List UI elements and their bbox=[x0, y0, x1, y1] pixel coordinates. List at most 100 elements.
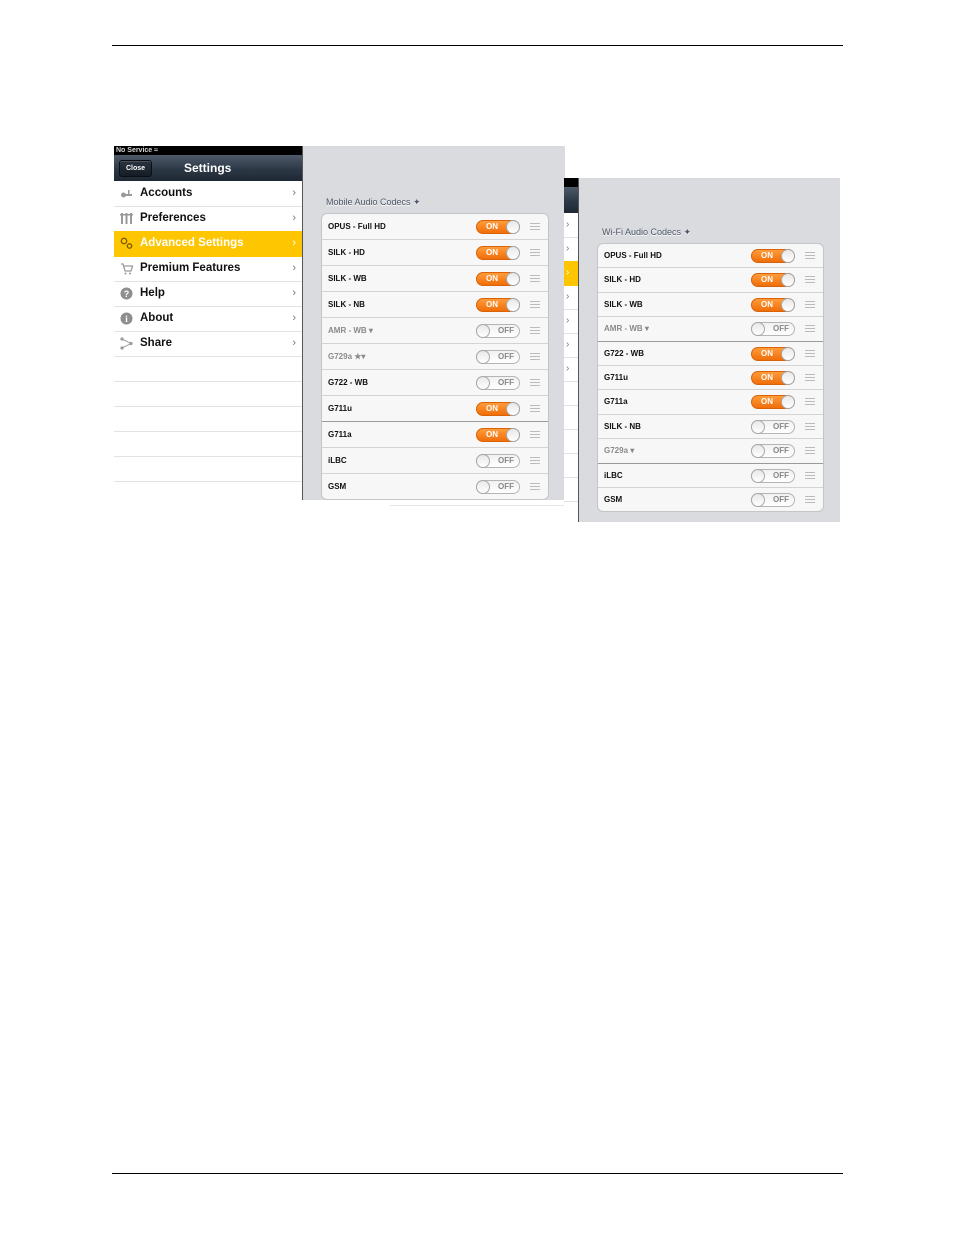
menu-item-help[interactable]: › bbox=[564, 309, 578, 334]
reorder-handle-icon[interactable] bbox=[530, 379, 540, 386]
chevron-right-icon: › bbox=[292, 337, 296, 349]
codec-toggle[interactable]: ON bbox=[751, 370, 795, 385]
reorder-handle-icon[interactable] bbox=[530, 249, 540, 256]
chevron-right-icon: › bbox=[566, 315, 570, 326]
toggle-state-label: ON bbox=[761, 251, 773, 260]
menu-item-premium-features[interactable]: › bbox=[564, 285, 578, 310]
codec-toggle[interactable]: OFF bbox=[476, 480, 520, 494]
codec-toggle[interactable]: OFF bbox=[751, 444, 795, 459]
codec-row: OPUS - Full HD ON bbox=[598, 244, 823, 269]
menu-item-about[interactable]: › bbox=[564, 333, 578, 358]
menu-item-share[interactable]: Share › bbox=[114, 331, 302, 357]
codec-name: G722 - WB bbox=[328, 378, 369, 387]
codec-row: G711u ON bbox=[598, 366, 823, 391]
chevron-right-icon: › bbox=[292, 212, 296, 224]
menu-item-help[interactable]: ? Help › bbox=[114, 281, 302, 307]
codec-toggle[interactable]: OFF bbox=[476, 454, 520, 468]
reorder-handle-icon[interactable] bbox=[805, 276, 815, 284]
toggle-state-label: ON bbox=[761, 275, 773, 285]
toggle-state-label: ON bbox=[761, 348, 773, 358]
codec-toggle[interactable]: OFF bbox=[751, 492, 795, 507]
toggle-knob bbox=[751, 468, 765, 483]
toggle-state-label: OFF bbox=[773, 494, 789, 504]
menu-item-preferences[interactable]: › bbox=[564, 237, 578, 262]
reorder-handle-icon[interactable] bbox=[530, 457, 540, 464]
toggle-knob bbox=[506, 428, 520, 442]
codec-toggle[interactable]: ON bbox=[751, 249, 795, 263]
reorder-handle-icon[interactable] bbox=[805, 422, 815, 430]
reorder-handle-icon[interactable] bbox=[530, 353, 540, 360]
mobile-codecs-screenshot: No Service ≈ 12:45 PM 50% Close Settings… bbox=[114, 146, 565, 500]
toggle-knob bbox=[751, 322, 765, 337]
codec-toggle[interactable]: ON bbox=[476, 246, 520, 260]
reorder-handle-icon[interactable] bbox=[805, 447, 815, 455]
chevron-right-icon: › bbox=[292, 262, 296, 274]
reorder-handle-icon[interactable] bbox=[805, 398, 815, 406]
menu-item-advanced-settings[interactable]: › bbox=[564, 261, 578, 286]
chevron-right-icon: › bbox=[566, 219, 570, 230]
empty-row bbox=[564, 405, 578, 430]
codec-name: GSM bbox=[604, 494, 623, 504]
codec-toggle[interactable]: OFF bbox=[751, 468, 795, 483]
menu-item-advanced-settings[interactable]: Advanced Settings › bbox=[114, 231, 302, 257]
reorder-handle-icon[interactable] bbox=[805, 325, 815, 333]
toggle-knob bbox=[781, 346, 795, 361]
toggle-knob bbox=[781, 249, 795, 263]
codec-toggle[interactable]: OFF bbox=[751, 322, 795, 337]
menu-item-accounts[interactable]: › bbox=[564, 213, 578, 238]
reorder-handle-icon[interactable] bbox=[530, 275, 540, 282]
codec-name: G711a bbox=[604, 397, 628, 407]
toggle-state-label: ON bbox=[761, 372, 773, 382]
codec-toggle[interactable]: ON bbox=[476, 428, 520, 442]
codec-toggle[interactable]: ON bbox=[751, 346, 795, 361]
reorder-handle-icon[interactable] bbox=[530, 431, 540, 438]
toggle-knob bbox=[506, 246, 520, 260]
codec-toggle[interactable]: ON bbox=[476, 220, 520, 234]
codec-toggle[interactable]: ON bbox=[476, 272, 520, 286]
reorder-handle-icon[interactable] bbox=[805, 252, 815, 259]
reorder-handle-icon[interactable] bbox=[530, 301, 540, 308]
reorder-handle-icon[interactable] bbox=[530, 223, 540, 230]
codec-row: G722 - WB ON bbox=[598, 342, 823, 366]
menu-item-preferences[interactable]: Preferences › bbox=[114, 206, 302, 232]
header-rule bbox=[112, 45, 843, 46]
codec-name: SILK - HD bbox=[328, 248, 365, 257]
reorder-handle-icon[interactable] bbox=[530, 405, 540, 412]
codec-toggle[interactable]: ON bbox=[751, 273, 795, 288]
reorder-handle-icon[interactable] bbox=[530, 327, 540, 334]
reorder-handle-icon[interactable] bbox=[805, 373, 815, 381]
key-icon bbox=[121, 190, 132, 198]
codec-name: SILK - HD bbox=[604, 275, 641, 285]
empty-row bbox=[114, 431, 302, 457]
menu-item-accounts[interactable]: Accounts › bbox=[114, 181, 302, 207]
codec-toggle[interactable]: OFF bbox=[476, 324, 520, 338]
codec-name: OPUS - Full HD bbox=[328, 222, 386, 231]
settings-navbar bbox=[564, 187, 578, 214]
codec-toggle[interactable]: ON bbox=[751, 395, 795, 410]
menu-item-premium-features[interactable]: Premium Features › bbox=[114, 256, 302, 282]
codec-toggle[interactable]: ON bbox=[751, 297, 795, 312]
codec-toggle[interactable]: OFF bbox=[751, 419, 795, 434]
codec-toggle[interactable]: ON bbox=[476, 298, 520, 312]
toggle-knob bbox=[506, 402, 520, 416]
menu-item-share[interactable]: › bbox=[564, 357, 578, 382]
close-button[interactable]: Close bbox=[119, 160, 153, 177]
codec-name: SILK - WB bbox=[604, 299, 643, 309]
chevron-right-icon: › bbox=[566, 243, 570, 254]
codec-row: SILK - HD ON bbox=[598, 268, 823, 293]
reorder-handle-icon[interactable] bbox=[805, 471, 815, 479]
codec-toggle[interactable]: ON bbox=[476, 402, 520, 416]
codec-list: OPUS - Full HD ON SILK - HD ON SILK - WB ON SI… bbox=[321, 213, 549, 500]
codec-toggle[interactable]: OFF bbox=[476, 350, 520, 364]
codec-toggle[interactable]: OFF bbox=[476, 376, 520, 390]
toggle-knob bbox=[751, 444, 765, 459]
reorder-handle-icon[interactable] bbox=[805, 495, 815, 503]
menu-item-about[interactable]: i About › bbox=[114, 306, 302, 332]
chevron-right-icon: › bbox=[566, 267, 570, 278]
settings-menu: Accounts › Preferences › Advanced Settin… bbox=[114, 181, 302, 500]
wifi-codecs-screenshot: 12:45 PM 50% Advanced Wi-Fi Audio Codecs… bbox=[564, 178, 840, 522]
reorder-handle-icon[interactable] bbox=[805, 349, 815, 357]
reorder-handle-icon[interactable] bbox=[530, 483, 540, 490]
reorder-handle-icon[interactable] bbox=[805, 300, 815, 308]
codec-name: AMR - WB ▾ bbox=[604, 324, 649, 334]
